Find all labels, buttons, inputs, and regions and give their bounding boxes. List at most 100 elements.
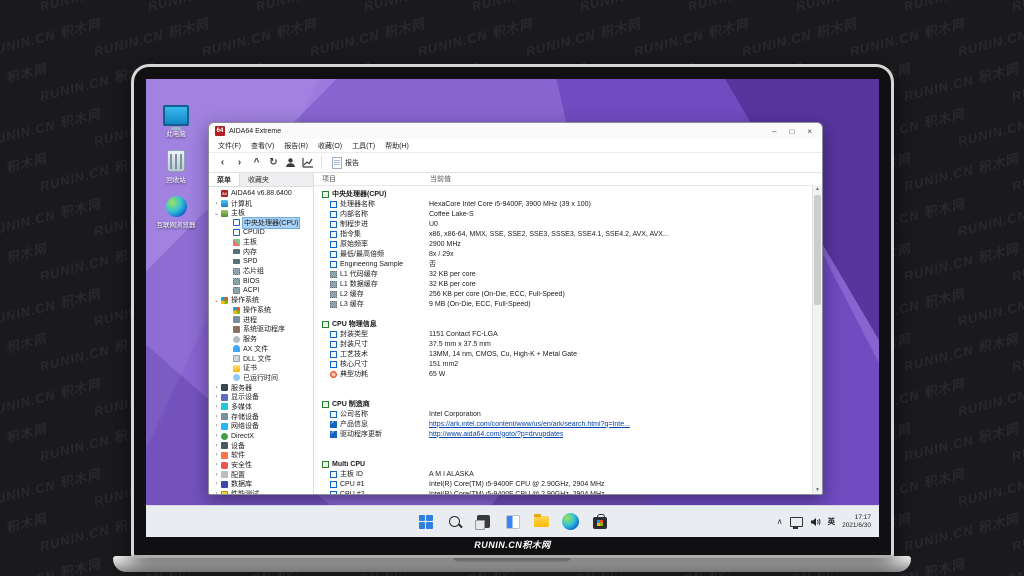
menu-item-3[interactable]: 收藏(O) <box>313 141 347 151</box>
info-row[interactable]: 封装尺寸 37.5 mm x 37.5 mm <box>314 339 822 349</box>
section-row[interactable]: 中央处理器(CPU) <box>314 189 822 199</box>
info-row[interactable]: 处理器名称 HexaCore Intel Core i5-9400F, 3900 … <box>314 199 822 209</box>
refresh-button[interactable]: ↻ <box>266 155 281 170</box>
user-icon[interactable] <box>283 155 298 170</box>
tree-item[interactable]: › 存储设备 <box>209 412 313 422</box>
tree-item[interactable]: › DirectX <box>209 431 313 441</box>
info-row[interactable]: L1 代码缓存 32 KB per core <box>314 269 822 279</box>
tree-item[interactable]: › 设备 <box>209 441 313 451</box>
scroll-down-arrow[interactable]: ▼ <box>813 487 822 493</box>
chevron-icon[interactable]: › <box>212 452 221 458</box>
tree-item[interactable]: SPD <box>209 257 313 267</box>
tree-item[interactable]: CPUID <box>209 228 313 238</box>
menu-item-2[interactable]: 报告(R) <box>279 141 313 151</box>
chevron-icon[interactable]: ⌄ <box>212 297 221 304</box>
chevron-icon[interactable]: › <box>212 433 221 439</box>
scrollbar-thumb[interactable] <box>814 195 821 305</box>
tree-item[interactable]: ACPI <box>209 286 313 296</box>
menu-item-5[interactable]: 帮助(H) <box>380 141 414 151</box>
tree-item[interactable]: 操作系统 <box>209 305 313 315</box>
info-row[interactable]: 指令集 x86, x86-64, MMX, SSE, SSE2, SSE3, SS… <box>314 229 822 239</box>
file-explorer-button[interactable] <box>532 512 552 532</box>
info-row[interactable]: 主板 ID A M I ALASKA <box>314 469 822 479</box>
chevron-icon[interactable]: › <box>212 404 221 410</box>
tree-item[interactable]: AX 文件 <box>209 344 313 354</box>
back-button[interactable]: ‹ <box>215 155 230 170</box>
chevron-icon[interactable]: › <box>212 472 221 478</box>
tree-item[interactable]: ⌄ 主板 <box>209 208 313 218</box>
chevron-icon[interactable]: › <box>212 414 221 420</box>
tree-item[interactable]: › 显示设备 <box>209 392 313 402</box>
desktop-icon-edge[interactable]: 互联网浏览器 <box>154 196 198 229</box>
close-button[interactable]: × <box>807 127 812 136</box>
up-button[interactable]: ^ <box>249 155 264 170</box>
item-value-link[interactable]: http://www.aida64.com/goto/?p=drvupdates <box>429 431 563 438</box>
info-row[interactable]: 典型功耗 65 W <box>314 369 822 379</box>
menu-item-1[interactable]: 查看(V) <box>246 141 279 151</box>
tree-item[interactable]: › 安全性 <box>209 460 313 470</box>
tray-overflow-chevron-icon[interactable]: ∧ <box>777 517 783 526</box>
tree-item[interactable]: 已运行时间 <box>209 373 313 383</box>
info-row[interactable]: 最低/最高倍频 8x / 29x <box>314 249 822 259</box>
section-row[interactable]: CPU 制造商 <box>314 399 822 409</box>
info-row[interactable]: 封装类型 1151 Contact FC-LGA <box>314 329 822 339</box>
info-row[interactable]: L3 缓存 9 MB (On-Die, ECC, Full-Speed) <box>314 299 822 309</box>
tree-item[interactable]: 内存 <box>209 247 313 257</box>
chevron-icon[interactable]: ⌄ <box>212 210 221 217</box>
info-row[interactable]: Engineering Sample 否 <box>314 259 822 269</box>
chevron-icon[interactable]: › <box>212 491 221 494</box>
tree-item[interactable]: 证书 <box>209 363 313 373</box>
chevron-icon[interactable]: › <box>212 423 221 429</box>
maximize-button[interactable]: □ <box>789 127 794 136</box>
menu-item-0[interactable]: 文件(F) <box>213 141 246 151</box>
info-row[interactable]: 公司名称 Intel Corporation <box>314 409 822 419</box>
tree-item[interactable]: › 性能测试 <box>209 489 313 494</box>
menu-item-4[interactable]: 工具(T) <box>347 141 380 151</box>
tree-item[interactable]: › 多媒体 <box>209 402 313 412</box>
search-button[interactable] <box>445 512 465 532</box>
chevron-icon[interactable]: › <box>212 201 221 207</box>
title-bar[interactable]: 64 AIDA64 Extreme – □ × <box>209 123 822 139</box>
info-row[interactable]: L2 缓存 256 KB per core (On-Die, ECC, Full-… <box>314 289 822 299</box>
info-row[interactable]: 产品信息 https://ark.intel.com/content/www/us… <box>314 419 822 429</box>
chevron-icon[interactable]: › <box>212 481 221 487</box>
tree-item[interactable]: 中央处理器(CPU) <box>209 216 313 229</box>
info-row[interactable]: 原始频率 2900 MHz <box>314 239 822 249</box>
clock[interactable]: 17:17 2021/6/30 <box>842 514 871 530</box>
edge-button[interactable] <box>561 512 581 532</box>
tree-item[interactable]: 服务 <box>209 334 313 344</box>
tree-item[interactable]: › 配置 <box>209 470 313 480</box>
chevron-icon[interactable]: › <box>212 462 221 468</box>
info-row[interactable]: 驱动程序更新 http://www.aida64.com/goto/?p=drvu… <box>314 429 822 439</box>
info-row[interactable]: 核心尺寸 151 mm2 <box>314 359 822 369</box>
item-value-link[interactable]: https://ark.intel.com/content/www/us/en/… <box>429 421 630 428</box>
network-icon[interactable] <box>789 516 803 529</box>
tree-item[interactable]: ⌄ 操作系统 <box>209 296 313 306</box>
tree-item[interactable]: 系统驱动程序 <box>209 325 313 335</box>
tree-item[interactable]: 进程 <box>209 315 313 325</box>
tree-item[interactable]: DLL 文件 <box>209 354 313 364</box>
forward-button[interactable]: › <box>232 155 247 170</box>
volume-icon[interactable] <box>810 517 821 527</box>
tree-item[interactable]: 主板 <box>209 237 313 247</box>
info-row[interactable]: 内部名称 Coffee Lake-S <box>314 209 822 219</box>
desktop-icon-recycle-bin[interactable]: 回收站 <box>154 150 198 184</box>
tree-item[interactable]: 64 AIDA64 v6.88.6400 <box>209 189 313 199</box>
chevron-icon[interactable]: › <box>212 443 221 449</box>
start-button[interactable] <box>416 512 436 532</box>
chevron-icon[interactable]: › <box>212 385 221 391</box>
task-view-button[interactable] <box>474 512 494 532</box>
info-row[interactable]: CPU #2 Intel(R) Core(TM) i5-9400F CPU @ 2… <box>314 489 822 494</box>
tab-0[interactable]: 菜单 <box>209 173 240 186</box>
info-row[interactable]: 制程步进 U0 <box>314 219 822 229</box>
store-button[interactable] <box>590 512 610 532</box>
info-row[interactable]: L1 数据缓存 32 KB per core <box>314 279 822 289</box>
chart-icon[interactable] <box>300 155 315 170</box>
tab-1[interactable]: 收藏夹 <box>240 173 277 186</box>
tree-item[interactable]: › 计算机 <box>209 199 313 209</box>
section-row[interactable]: Multi CPU <box>314 459 822 469</box>
tree-item[interactable]: › 服务器 <box>209 383 313 393</box>
info-row[interactable]: CPU #1 Intel(R) Core(TM) i5-9400F CPU @ 2… <box>314 479 822 489</box>
tree-item[interactable]: › 软件 <box>209 451 313 461</box>
tree-item[interactable]: 芯片组 <box>209 267 313 277</box>
